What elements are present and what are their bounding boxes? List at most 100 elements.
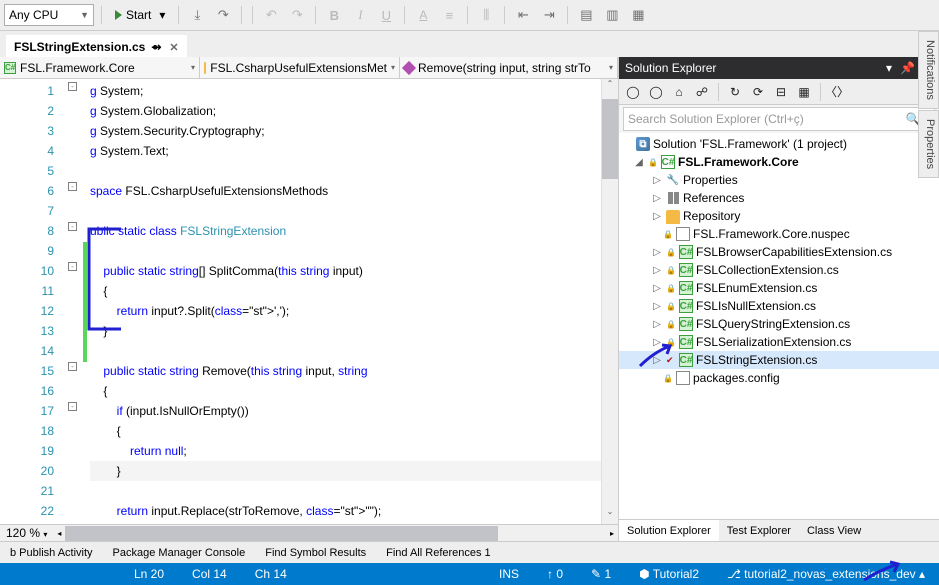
scroll-down-icon[interactable]: ⌄: [602, 507, 618, 524]
outline-toggle[interactable]: -: [68, 262, 77, 271]
scrollbar-thumb[interactable]: [65, 526, 497, 541]
uncomment-button[interactable]: ▥: [601, 4, 623, 26]
fontcolor-button[interactable]: A: [412, 4, 434, 26]
lock-icon: 🔒: [663, 230, 673, 239]
code-area[interactable]: g System;g System.Globalization;g System…: [90, 79, 601, 524]
file-node[interactable]: 🔒 FSL.Framework.Core.nuspec: [619, 225, 939, 243]
node-label: Repository: [683, 209, 740, 223]
namespace-combo[interactable]: C#FSL.Framework.Core▾: [0, 57, 200, 78]
notifications-tab[interactable]: Notifications: [918, 31, 939, 109]
method-combo[interactable]: Remove(string input, string strTo▾: [400, 57, 618, 78]
csharp-file-node[interactable]: ▷🔒C#FSLIsNullExtension.cs: [619, 297, 939, 315]
step-button[interactable]: ⤓: [186, 4, 208, 26]
project-node[interactable]: ◢🔒C#FSL.Framework.Core: [619, 153, 939, 171]
csharp-icon: C#: [679, 317, 693, 331]
csharp-icon: C#: [679, 299, 693, 313]
zoom-combo[interactable]: 120 % ▾: [0, 526, 53, 540]
find-symbol-tab[interactable]: Find Symbol Results: [255, 542, 376, 563]
underline-button[interactable]: U: [375, 4, 397, 26]
config-icon: [676, 371, 690, 385]
tab-test-explorer[interactable]: Test Explorer: [719, 520, 799, 541]
vertical-scrollbar[interactable]: ⌃ ⌄: [601, 79, 618, 524]
outdent-button[interactable]: ⇤: [512, 4, 534, 26]
class-combo[interactable]: FSL.CsharpUsefulExtensionsMet▾: [200, 57, 400, 78]
node-label: FSL.Framework.Core.nuspec: [693, 227, 850, 241]
chevron-down-icon: ▾: [159, 8, 165, 22]
expand-icon[interactable]: ▷: [651, 283, 663, 294]
csharp-file-node[interactable]: ▷🔒C#FSLCollectionExtension.cs: [619, 261, 939, 279]
close-icon[interactable]: ✕: [169, 41, 178, 54]
chevron-up-icon: ▴: [919, 567, 925, 581]
csharp-file-node[interactable]: ▷🔒C#FSLQueryStringExtension.cs: [619, 315, 939, 333]
publish-activity-tab[interactable]: b Publish Activity: [0, 542, 103, 563]
expand-icon[interactable]: ▷: [651, 193, 663, 204]
undo-button[interactable]: ↶: [260, 4, 282, 26]
align-button[interactable]: ⫼: [475, 4, 497, 26]
branch-indicator[interactable]: ⎇ tutorial2_novas_extensions_dev ▴: [713, 567, 939, 581]
properties-node[interactable]: ▷🔧Properties: [619, 171, 939, 189]
expand-icon[interactable]: ▷: [651, 211, 663, 222]
method-icon: [402, 60, 416, 74]
step-over-button[interactable]: ↷: [212, 4, 234, 26]
properties-button[interactable]: 〈〉: [827, 82, 847, 102]
start-button[interactable]: Start▾: [109, 4, 171, 26]
redo-button[interactable]: ↷: [286, 4, 308, 26]
expand-icon[interactable]: ◢: [633, 157, 645, 168]
italic-button[interactable]: I: [349, 4, 371, 26]
outline-toggle[interactable]: -: [68, 222, 77, 231]
csharp-file-node[interactable]: ▷🔒C#FSLEnumExtension.cs: [619, 279, 939, 297]
package-manager-tab[interactable]: Package Manager Console: [103, 542, 256, 563]
pending-edit[interactable]: ✎ 1: [577, 567, 625, 581]
outline-toggle[interactable]: -: [68, 182, 77, 191]
expand-icon[interactable]: ▷: [651, 247, 663, 258]
properties-tab[interactable]: Properties: [918, 110, 939, 178]
sync-button[interactable]: ↻: [725, 82, 745, 102]
back-button[interactable]: ◯: [623, 82, 643, 102]
csharp-file-node[interactable]: ▷🔒C#FSLBrowserCapabilitiesExtension.cs: [619, 243, 939, 261]
pencil-icon: ✎: [591, 567, 601, 581]
tab-solution-explorer[interactable]: Solution Explorer: [619, 520, 719, 541]
lock-icon: 🔒: [663, 374, 673, 383]
scrollbar-thumb[interactable]: [602, 99, 618, 179]
pin-icon[interactable]: ⇴: [151, 40, 161, 54]
find-references-tab[interactable]: Find All References 1: [376, 542, 501, 563]
annotation-bracket: [77, 225, 127, 335]
file-node[interactable]: 🔒packages.config: [619, 369, 939, 387]
expand-icon[interactable]: ▷: [651, 319, 663, 330]
home-button[interactable]: ⌂: [669, 82, 689, 102]
scope-button[interactable]: ☍: [692, 82, 712, 102]
horizontal-scrollbar[interactable]: ◂ ▸: [53, 526, 618, 541]
list-button[interactable]: ≡: [438, 4, 460, 26]
solution-search[interactable]: Search Solution Explorer (Ctrl+ç) 🔍 ▾: [623, 107, 935, 131]
pending-up[interactable]: ↑ 0: [533, 567, 577, 581]
pin-icon[interactable]: 📌: [900, 61, 915, 75]
status-line: Ln 20: [120, 567, 178, 581]
expand-icon[interactable]: ▷: [651, 265, 663, 276]
outline-toggle[interactable]: -: [68, 82, 77, 91]
platform-combo[interactable]: Any CPU▼: [4, 4, 94, 26]
repo-indicator[interactable]: ⬢ Tutorial2: [625, 567, 713, 581]
indent-button[interactable]: ⇥: [538, 4, 560, 26]
tab-class-view[interactable]: Class View: [799, 520, 869, 541]
expand-icon[interactable]: ▷: [651, 175, 663, 186]
dropdown-icon[interactable]: ▾: [886, 61, 892, 75]
bold-button[interactable]: B: [323, 4, 345, 26]
folder-node[interactable]: ▷ Repository: [619, 207, 939, 225]
collapse-button[interactable]: ⊟: [771, 82, 791, 102]
bookmark-button[interactable]: ▦: [627, 4, 649, 26]
outline-toggle[interactable]: -: [68, 402, 77, 411]
expand-icon[interactable]: ▷: [651, 301, 663, 312]
scroll-left-icon[interactable]: ◂: [53, 529, 65, 538]
showall-button[interactable]: ▦: [794, 82, 814, 102]
fwd-button[interactable]: ◯: [646, 82, 666, 102]
solution-node[interactable]: ⧉Solution 'FSL.Framework' (1 project): [619, 135, 939, 153]
references-icon: [666, 191, 680, 205]
comment-button[interactable]: ▤: [575, 4, 597, 26]
scroll-right-icon[interactable]: ▸: [606, 529, 618, 538]
refresh-button[interactable]: ⟳: [748, 82, 768, 102]
scroll-up-icon[interactable]: ⌃: [602, 79, 618, 96]
file-tab[interactable]: FSLStringExtension.cs ⇴ ✕: [6, 35, 187, 57]
outline-toggle[interactable]: -: [68, 362, 77, 371]
csharp-icon: C#: [4, 62, 16, 74]
references-node[interactable]: ▷References: [619, 189, 939, 207]
